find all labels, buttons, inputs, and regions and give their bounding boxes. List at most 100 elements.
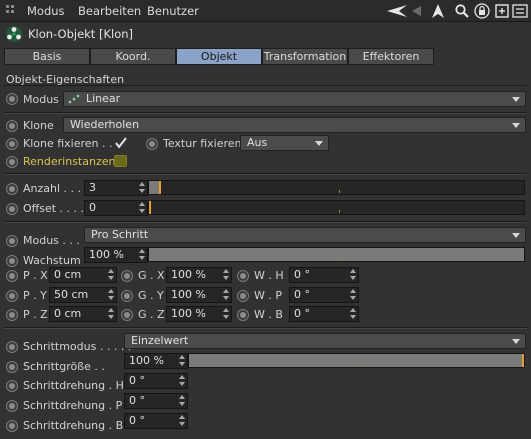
klone-dropdown[interactable]: Wiederholen <box>63 117 526 133</box>
spinner-icon[interactable] <box>223 308 229 320</box>
spinner-icon[interactable] <box>350 289 356 301</box>
wachstum-field[interactable]: 100 % <box>84 247 148 263</box>
modus-dropdown[interactable]: Linear <box>63 91 526 107</box>
animation-dot-icon[interactable] <box>237 290 249 302</box>
animation-dot-icon[interactable] <box>121 270 133 282</box>
animation-dot-icon[interactable] <box>237 270 249 282</box>
animation-dot-icon[interactable] <box>6 93 18 105</box>
klone-fixieren-label: Klone fixieren . . <box>23 137 113 150</box>
spinner-icon[interactable] <box>179 415 185 427</box>
grip-icon <box>6 5 18 17</box>
animation-dot-icon[interactable] <box>121 290 133 302</box>
pos-y-label: P . Y <box>23 289 47 302</box>
animation-dot-icon[interactable] <box>6 290 18 302</box>
modus2-dropdown[interactable]: Pro Schritt <box>84 227 526 243</box>
pos-z-field[interactable]: 0 cm <box>49 306 117 322</box>
animation-dot-icon[interactable] <box>6 235 18 247</box>
spinner-icon[interactable] <box>223 289 229 301</box>
anzahl-field[interactable]: 3 <box>84 180 148 196</box>
animation-dot-icon[interactable] <box>6 420 18 432</box>
spinner-icon[interactable] <box>108 269 114 281</box>
rot-b-field[interactable]: 0 ° <box>289 306 359 322</box>
renderinstanzen-checkbox[interactable] <box>114 155 127 167</box>
textur-fixieren-dropdown[interactable]: Aus <box>240 135 329 151</box>
tab-effektoren[interactable]: Effektoren <box>348 48 434 65</box>
schrittdrehung-p-field[interactable]: 0 ° <box>124 393 188 409</box>
animation-dot-icon[interactable] <box>6 400 18 412</box>
menu-modus[interactable]: Modus <box>27 4 65 18</box>
divider <box>4 85 527 86</box>
scale-y-field[interactable]: 100 % <box>166 287 232 303</box>
animation-dot-icon[interactable] <box>6 156 18 168</box>
new-panel-icon[interactable] <box>494 3 510 19</box>
schrittmodus-dropdown[interactable]: Einzelwert <box>124 333 526 349</box>
spinner-icon[interactable] <box>179 395 185 407</box>
rot-b-value: 0 ° <box>294 307 310 320</box>
scale-y-value: 100 % <box>171 288 206 301</box>
chevron-down-icon <box>512 97 520 102</box>
back-arrow-icon[interactable] <box>386 3 408 19</box>
animation-dot-icon[interactable] <box>6 255 18 267</box>
spinner-icon[interactable] <box>350 308 356 320</box>
tab-objekt[interactable]: Objekt <box>176 48 262 65</box>
scale-z-field[interactable]: 100 % <box>166 306 232 322</box>
menu-icon[interactable] <box>512 3 528 19</box>
spinner-icon[interactable] <box>108 289 114 301</box>
scale-z-label: G . Z <box>138 308 165 321</box>
schrittdrehung-h-field[interactable]: 0 ° <box>124 373 188 389</box>
animation-dot-icon[interactable] <box>237 309 249 321</box>
schrittdrehung-b-field[interactable]: 0 ° <box>124 413 188 429</box>
schrittdrehung-b-label: Schrittdrehung . B <box>23 419 124 432</box>
animation-dot-icon[interactable] <box>6 309 18 321</box>
textur-fixieren-value: Aus <box>247 136 268 149</box>
spinner-icon[interactable] <box>223 269 229 281</box>
klone-value: Wiederholen <box>70 118 140 131</box>
schrittgroesse-field[interactable]: 100 % <box>124 353 188 369</box>
schrittgroesse-slider[interactable] <box>188 353 525 368</box>
rot-h-field[interactable]: 0 ° <box>289 267 359 283</box>
animation-dot-icon[interactable] <box>6 380 18 392</box>
anzahl-label: Anzahl . . . <box>23 182 82 195</box>
animation-dot-icon[interactable] <box>6 361 18 373</box>
spinner-icon[interactable] <box>108 308 114 320</box>
divider <box>4 113 527 114</box>
klone-fixieren-checkbox[interactable] <box>114 136 128 150</box>
tab-koord[interactable]: Koord. <box>90 48 176 65</box>
spinner-icon[interactable] <box>139 202 145 214</box>
tab-basis[interactable]: Basis <box>4 48 90 65</box>
spinner-icon[interactable] <box>139 249 145 261</box>
spinner-icon[interactable] <box>139 182 145 194</box>
animation-dot-icon[interactable] <box>6 341 18 353</box>
pos-y-field[interactable]: 50 cm <box>49 287 117 303</box>
scale-x-field[interactable]: 100 % <box>166 267 232 283</box>
up-arrow-icon[interactable] <box>430 3 446 19</box>
schrittdrehung-b-value: 0 ° <box>129 414 145 427</box>
animation-dot-icon[interactable] <box>121 309 133 321</box>
anzahl-slider[interactable] <box>148 180 525 195</box>
offset-slider[interactable] <box>148 200 525 215</box>
pos-y-value: 50 cm <box>54 288 89 301</box>
back-arrow-icon[interactable] <box>410 3 422 19</box>
rot-p-field[interactable]: 0 ° <box>289 287 359 303</box>
tab-transformation[interactable]: Transformation <box>262 48 348 65</box>
spinner-icon[interactable] <box>179 355 185 367</box>
animation-dot-icon[interactable] <box>146 138 158 150</box>
menu-benutzer[interactable]: Benutzer <box>147 4 199 18</box>
animation-dot-icon[interactable] <box>6 120 18 132</box>
spinner-icon[interactable] <box>350 269 356 281</box>
animation-dot-icon[interactable] <box>6 203 18 215</box>
scale-x-label: G . X <box>138 269 165 282</box>
renderinstanzen-label: Renderinstanzen <box>23 155 116 168</box>
animation-dot-icon[interactable] <box>6 270 18 282</box>
offset-field[interactable]: 0 <box>84 200 148 216</box>
lock-icon[interactable] <box>474 3 490 19</box>
pos-x-field[interactable]: 0 cm <box>49 267 117 283</box>
wachstum-slider[interactable] <box>148 247 525 262</box>
scale-y-label: G . Y <box>138 289 164 302</box>
animation-dot-icon[interactable] <box>6 138 18 150</box>
search-icon[interactable] <box>454 3 470 19</box>
spinner-icon[interactable] <box>179 375 185 387</box>
animation-dot-icon[interactable] <box>6 183 18 195</box>
textur-fixieren-label: Textur fixieren <box>163 137 242 150</box>
menu-bearbeiten[interactable]: Bearbeiten <box>78 4 141 18</box>
